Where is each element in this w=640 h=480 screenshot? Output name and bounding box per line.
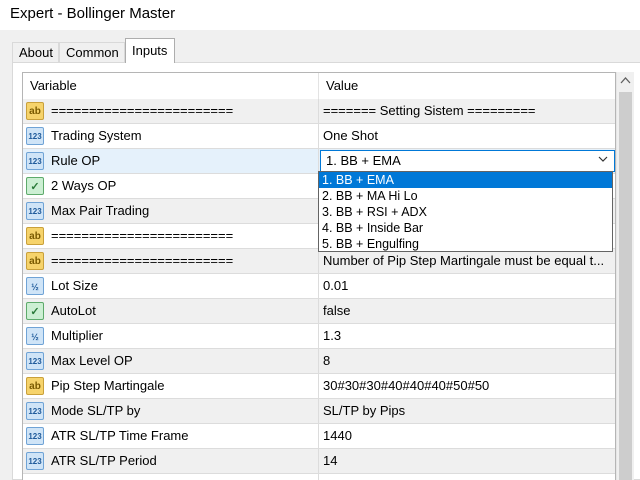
integer-type-icon: 123	[26, 152, 44, 170]
table-row[interactable]: 123 ATR SL/TP Period 14	[23, 449, 615, 474]
grid-header: Variable Value	[23, 73, 615, 100]
variable-name: ========================	[51, 228, 234, 243]
column-divider	[318, 324, 319, 348]
table-row[interactable]: ab Pip Step Martingale 30#30#30#40#40#40…	[23, 374, 615, 399]
column-divider	[318, 349, 319, 373]
table-row[interactable]: ✓ AutoLot false	[23, 299, 615, 324]
tab-common[interactable]: Common	[59, 42, 125, 62]
header-value[interactable]: Value	[319, 73, 615, 99]
variable-name: ========================	[51, 253, 234, 268]
table-row[interactable]: 123 Max Level OP 8	[23, 349, 615, 374]
variable-value[interactable]: ======= Setting Sistem =========	[323, 99, 615, 123]
integer-type-icon: 123	[26, 202, 44, 220]
table-row[interactable]: ½ Multiplier 1.3	[23, 324, 615, 349]
column-divider	[318, 274, 319, 298]
column-divider	[318, 424, 319, 448]
column-divider	[318, 99, 319, 123]
table-row[interactable]: 123 Trading System One Shot	[23, 124, 615, 149]
chevron-down-icon[interactable]	[598, 154, 608, 164]
variable-name: 2 Ways OP	[51, 178, 117, 193]
column-divider	[318, 249, 319, 273]
string-type-icon: ab	[26, 227, 44, 245]
scroll-up-arrow-icon[interactable]	[617, 72, 634, 90]
integer-type-icon: 123	[26, 127, 44, 145]
boolean-type-icon: ✓	[26, 302, 44, 320]
variable-value[interactable]: 0.01	[323, 274, 615, 298]
rule-op-combobox[interactable]: 1. BB + EMA	[320, 150, 615, 172]
string-type-icon: ab	[26, 102, 44, 120]
variable-name: Mode SL/TP by	[51, 403, 141, 418]
double-type-icon: ½	[26, 277, 44, 295]
variable-value[interactable]: 30#30#30#40#40#40#50#50	[323, 374, 615, 398]
variable-value[interactable]: Number of Pip Step Martingale must be eq…	[323, 249, 615, 273]
column-divider	[318, 149, 319, 173]
table-row[interactable]: 123 Mode SL/TP by SL/TP by Pips	[23, 399, 615, 424]
integer-type-icon: 123	[26, 427, 44, 445]
boolean-type-icon: ✓	[26, 177, 44, 195]
variable-value[interactable]: SL/TP by Pips	[323, 399, 615, 423]
variable-name: Trading System	[51, 128, 142, 143]
double-type-icon: ½	[26, 327, 44, 345]
variable-name: ATR SL/TP Time Frame	[51, 428, 189, 443]
variable-value[interactable]: One Shot	[323, 124, 615, 148]
tab-inputs[interactable]: Inputs	[125, 38, 175, 63]
combobox-value: 1. BB + EMA	[326, 153, 401, 168]
column-divider	[318, 474, 319, 480]
table-row[interactable]: ab ======================== Number of Pi…	[23, 249, 615, 274]
scrollbar-thumb[interactable]	[619, 92, 632, 480]
variable-value[interactable]: 1.3	[323, 324, 615, 348]
string-type-icon: ab	[26, 252, 44, 270]
variable-name: Lot Size	[51, 278, 98, 293]
rule-op-dropdown-list: 1. BB + EMA 2. BB + MA Hi Lo 3. BB + RSI…	[318, 171, 613, 252]
integer-type-icon: 123	[26, 402, 44, 420]
integer-type-icon: 123	[26, 352, 44, 370]
column-divider	[318, 299, 319, 323]
vertical-scrollbar[interactable]	[616, 72, 634, 480]
tab-about[interactable]: About	[12, 42, 59, 62]
integer-type-icon: 123	[26, 452, 44, 470]
string-type-icon: ab	[26, 377, 44, 395]
table-row[interactable]: ab ======================== ======= Sett…	[23, 99, 615, 124]
dropdown-option[interactable]: 4. BB + Inside Bar	[319, 220, 612, 236]
dropdown-option[interactable]: 3. BB + RSI + ADX	[319, 204, 612, 220]
table-row[interactable]: 123 ATR SL/TP Time Frame 1440	[23, 424, 615, 449]
table-row-partial[interactable]	[23, 474, 615, 480]
column-divider	[318, 374, 319, 398]
variable-name: ========================	[51, 103, 234, 118]
column-divider	[318, 124, 319, 148]
variable-value[interactable]: 8	[323, 349, 615, 373]
dropdown-option[interactable]: 2. BB + MA Hi Lo	[319, 188, 612, 204]
variable-value[interactable]: 14	[323, 449, 615, 473]
variable-name: Multiplier	[51, 328, 104, 343]
variable-name: Max Pair Trading	[51, 203, 150, 218]
header-variable[interactable]: Variable	[23, 73, 318, 99]
variable-name: Max Level OP	[51, 353, 133, 368]
column-divider	[318, 449, 319, 473]
variable-value[interactable]: false	[323, 299, 615, 323]
variable-name: Pip Step Martingale	[51, 378, 165, 393]
window-title: Expert - Bollinger Master	[0, 0, 640, 30]
dropdown-option[interactable]: 5. BB + Engulfing	[319, 236, 612, 252]
dropdown-option-selected[interactable]: 1. BB + EMA	[319, 172, 612, 188]
variable-value[interactable]: 1440	[323, 424, 615, 448]
variable-name: Rule OP	[51, 153, 101, 168]
variable-name: AutoLot	[51, 303, 96, 318]
variable-name: ATR SL/TP Period	[51, 453, 157, 468]
inputs-grid: Variable Value ab ======================…	[22, 72, 616, 480]
column-divider	[318, 399, 319, 423]
table-row[interactable]: ½ Lot Size 0.01	[23, 274, 615, 299]
